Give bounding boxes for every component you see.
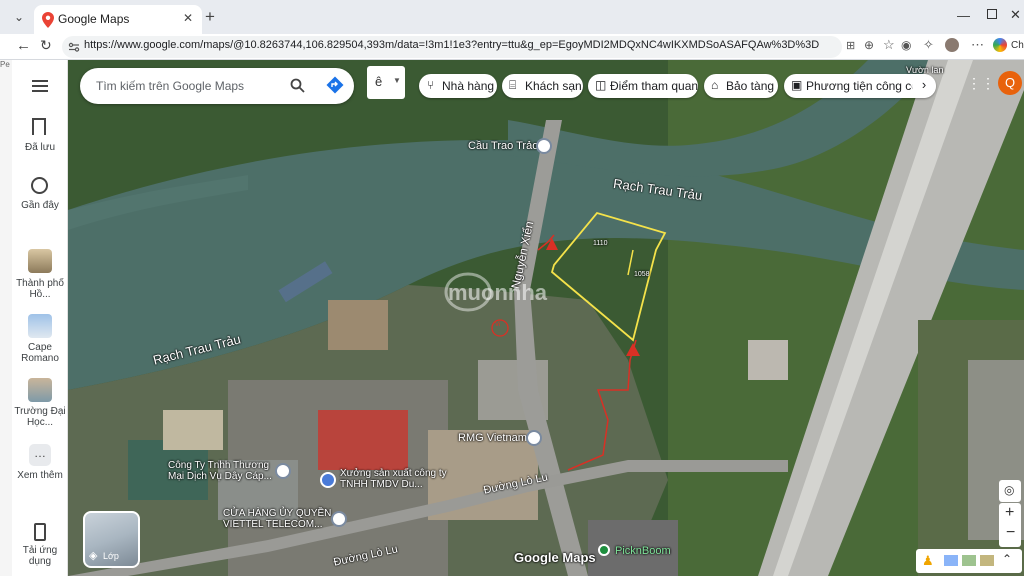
zoom-icon[interactable]: ⊕ xyxy=(864,38,874,52)
chip-attractions-label: Điểm tham quan xyxy=(610,79,699,93)
site-info-icon[interactable] xyxy=(68,41,80,53)
company-pin-1[interactable] xyxy=(275,463,291,479)
bookmark-star-icon[interactable]: ☆ xyxy=(883,37,895,53)
url-text[interactable]: https://www.google.com/maps/@10.8263744,… xyxy=(84,39,819,51)
viettel-label[interactable]: CỬA HÀNG ỦY QUYỀN VIETTEL TELECOM... xyxy=(223,508,335,530)
rmg-pin[interactable] xyxy=(526,430,542,446)
directions-icon[interactable] xyxy=(326,76,344,94)
sidebar-item-more[interactable]: Xem thêm xyxy=(12,470,68,481)
marker-label-vi: Vi xyxy=(495,322,501,328)
bridge-label[interactable]: Cầu Trao Trảo xyxy=(468,140,538,152)
edge-letter: Pe xyxy=(0,60,10,69)
saved-bookmark-icon[interactable] xyxy=(32,118,46,135)
thumb-2[interactable] xyxy=(962,555,976,566)
watermark-text: muonnha xyxy=(448,280,547,305)
more-icon[interactable]: … xyxy=(29,444,51,466)
chip-museums-label: Bảo tàng xyxy=(726,79,775,93)
phone-icon[interactable] xyxy=(34,523,46,541)
sidebar-item-ho-chi-minh[interactable]: Thành phố Hồ... xyxy=(12,278,68,300)
camera-icon: ◫ xyxy=(595,78,607,92)
map-bottom-toolbar: ♟ ⌃ xyxy=(916,549,1022,573)
chip-restaurants-label: Nhà hàng xyxy=(442,79,495,93)
zoom-controls: + − xyxy=(999,503,1021,547)
menu-hamburger-icon[interactable] xyxy=(32,80,48,92)
address-bar-row: ← ↻ https://www.google.com/maps/@10.8263… xyxy=(0,34,1024,60)
picknboom-pin[interactable] xyxy=(598,544,610,556)
chip-hotels-label: Khách sạn xyxy=(525,79,582,93)
zoom-in-button[interactable]: + xyxy=(1005,504,1014,522)
plot-label-1110: 1110 xyxy=(593,240,608,247)
bed-icon: ⌸ xyxy=(509,78,517,92)
tab-title: Google Maps xyxy=(58,12,130,26)
account-avatar[interactable]: Q xyxy=(998,71,1022,95)
chip-attractions[interactable]: ◫ Điểm tham quan xyxy=(588,74,698,98)
search-icon[interactable] xyxy=(290,78,305,93)
new-tab-icon[interactable]: + xyxy=(205,7,215,27)
picknboom-label[interactable]: PicknBoom xyxy=(615,545,671,557)
factory-pin[interactable] xyxy=(320,472,336,488)
pegman-icon[interactable]: ♟ xyxy=(922,553,934,569)
chip-museums[interactable]: ⌂ Bảo tàng xyxy=(704,74,778,98)
menu-dots-icon[interactable]: ⋯ xyxy=(971,37,984,53)
sidebar-item-recent[interactable]: Gần đây xyxy=(12,200,68,211)
layers-icon: ◈ xyxy=(89,550,98,562)
recent-history-icon[interactable] xyxy=(31,177,48,194)
zoom-out-button[interactable]: − xyxy=(1006,524,1015,542)
layer-toggle-thumbnail[interactable]: ◈ Lớp xyxy=(83,511,140,568)
thumb-3[interactable] xyxy=(980,555,994,566)
viettel-pin[interactable] xyxy=(331,511,347,527)
museum-icon: ⌂ xyxy=(711,78,719,92)
chip-transit[interactable]: ▣ Phương tiện công cộng › xyxy=(784,74,936,98)
profile-avatar[interactable] xyxy=(945,38,959,52)
expand-icon[interactable]: ⌃ xyxy=(1002,552,1012,566)
thumb-university[interactable] xyxy=(28,378,52,402)
sidebar-item-university[interactable]: Trường Đại Học... xyxy=(12,406,68,428)
my-location-button[interactable]: ◎ xyxy=(999,480,1021,502)
search-box[interactable]: Tìm kiếm trên Google Maps xyxy=(80,68,354,104)
tab-list-icon[interactable]: ⌄ xyxy=(14,10,24,24)
thumb-cape-romano[interactable] xyxy=(28,314,52,338)
apps-icon[interactable]: ⊞ xyxy=(846,39,855,52)
thumb-ho-chi-minh[interactable] xyxy=(28,249,52,273)
left-edge-strip: Pe xyxy=(0,60,12,576)
reload-icon[interactable]: ↻ xyxy=(40,37,52,54)
rmg-label[interactable]: RMG Vietnam xyxy=(458,432,527,444)
company-label-1[interactable]: Công Ty Tnhh Thương Mại Dịch Vụ Dây Cáp.… xyxy=(168,460,278,482)
thumb-1[interactable] xyxy=(944,555,958,566)
browser-tab-bar: ⌄ Google Maps ✕ + — ✕ xyxy=(0,0,1024,36)
maps-favicon-icon xyxy=(42,12,54,28)
back-icon[interactable]: ← xyxy=(16,37,31,54)
input-tools-dropdown-icon[interactable]: ▼ xyxy=(393,76,401,85)
maps-sidebar: Đã lưu Gần đây Thành phố Hồ... Cape Roma… xyxy=(12,60,68,576)
chip-hotels[interactable]: ⌸ Khách sạn xyxy=(502,74,583,98)
input-tools-letter: ê xyxy=(375,74,383,89)
location-icon[interactable]: ◉ xyxy=(901,38,911,52)
layer-label: Lớp xyxy=(103,551,119,561)
sidebar-item-get-app[interactable]: Tải ứng dụng xyxy=(12,545,68,567)
maximize-icon[interactable] xyxy=(987,9,997,19)
company-label-2[interactable]: Xưởng sản xuất công ty TNHH TMDV Du... xyxy=(340,468,450,490)
satellite-map[interactable]: Cầu Trao Trảo Rạch Trau Trảu Rạch Trau T… xyxy=(68,60,1024,576)
google-apps-icon[interactable]: ⋮⋮ xyxy=(967,75,995,92)
google-maps-logo: Google Maps xyxy=(514,550,596,565)
plot-label-1058: 1058 xyxy=(634,271,650,278)
tab-close-icon[interactable]: ✕ xyxy=(183,11,193,25)
fork-knife-icon: ⑂ xyxy=(427,78,435,92)
chips-next-icon[interactable]: › xyxy=(912,74,936,98)
sidebar-item-saved[interactable]: Đã lưu xyxy=(12,142,68,153)
my-location-icon: ◎ xyxy=(1004,483,1015,497)
chip-restaurants[interactable]: ⑂ Nhà hàng xyxy=(419,74,497,98)
input-tools-button[interactable]: ê ▼ xyxy=(367,66,405,99)
sidebar-item-cape-romano[interactable]: Cape Romano xyxy=(12,342,68,364)
minimize-icon[interactable]: — xyxy=(957,8,970,23)
close-window-icon[interactable]: ✕ xyxy=(1010,7,1021,23)
extensions-icon[interactable]: ✧ xyxy=(923,37,934,53)
bridge-transit-pin[interactable] xyxy=(536,138,552,154)
bus-icon: ▣ xyxy=(791,78,803,92)
copilot-icon[interactable] xyxy=(993,38,1007,52)
search-input[interactable]: Tìm kiếm trên Google Maps xyxy=(96,79,244,93)
profile-label: Cha xyxy=(1011,40,1024,51)
